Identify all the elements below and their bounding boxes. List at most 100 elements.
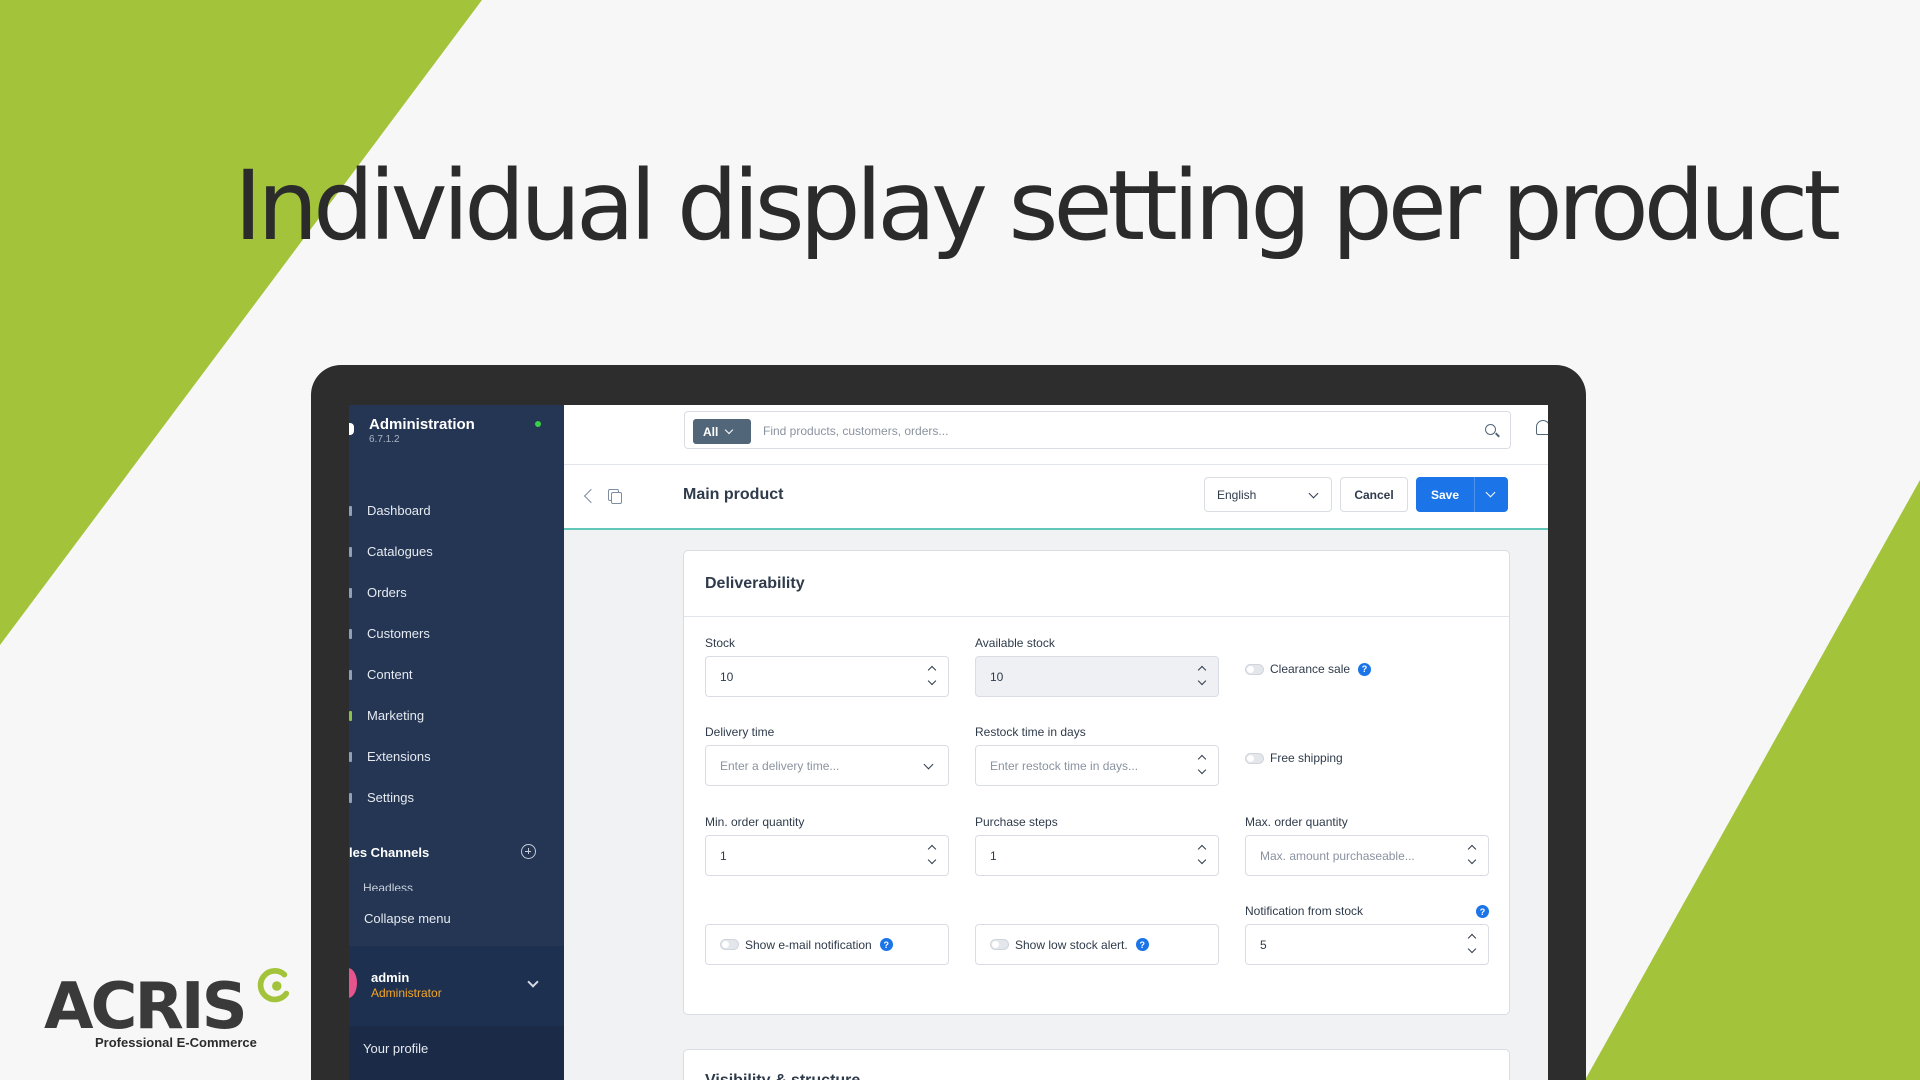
- free-shipping-switch[interactable]: Free shipping: [1245, 751, 1343, 765]
- collapse-menu-button[interactable]: Collapse menu: [364, 911, 451, 926]
- search-scope-label: All: [703, 424, 719, 439]
- card-title: Deliverability: [705, 575, 805, 592]
- chevron-down-icon[interactable]: [927, 676, 937, 686]
- stock-stepper[interactable]: [927, 665, 938, 689]
- purchase-steps-label: Purchase steps: [975, 815, 1058, 829]
- sidebar-nav: Dashboard Catalogues Orders Customers Co…: [349, 490, 564, 818]
- sidebar-item-dashboard[interactable]: Dashboard: [349, 490, 564, 531]
- marketing-icon: [349, 710, 352, 721]
- chevron-up-icon[interactable]: [1467, 844, 1477, 854]
- toggle-switch[interactable]: [990, 939, 1009, 950]
- help-icon[interactable]: ?: [1358, 662, 1372, 676]
- deliverability-card: Deliverability Stock 10 Available stock …: [683, 550, 1510, 1015]
- sidebar-item-label: Orders: [367, 585, 407, 600]
- min-order-stepper[interactable]: [927, 844, 938, 868]
- notification-stock-label: Notification from stock: [1245, 904, 1364, 918]
- help-icon[interactable]: ?: [1135, 938, 1149, 951]
- save-button[interactable]: Save: [1416, 488, 1474, 502]
- restock-time-field[interactable]: Enter restock time in days...: [975, 745, 1219, 786]
- chevron-up-icon[interactable]: [927, 665, 937, 675]
- chevron-down-icon[interactable]: [1467, 944, 1477, 954]
- user-menu[interactable]: admin Administrator: [349, 946, 564, 1026]
- global-search: All: [684, 411, 1511, 449]
- page-title: Main product: [683, 486, 784, 503]
- search-icon[interactable]: [1485, 424, 1496, 435]
- language-select[interactable]: English: [1204, 477, 1332, 512]
- delivery-time-select[interactable]: Enter a delivery time...: [705, 745, 949, 786]
- save-button-group: Save: [1416, 477, 1508, 512]
- cancel-button[interactable]: Cancel: [1340, 477, 1408, 512]
- language-value: English: [1217, 488, 1257, 502]
- add-sales-channel-icon[interactable]: [521, 844, 536, 859]
- email-notification-label: Show e-mail notification: [745, 937, 872, 952]
- sidebar-item-customers[interactable]: Customers: [349, 613, 564, 654]
- sidebar-title: Administration: [369, 416, 475, 433]
- chevron-down-icon[interactable]: [927, 855, 937, 865]
- restock-stepper[interactable]: [1197, 754, 1208, 778]
- help-icon[interactable]: ?: [879, 938, 893, 951]
- bell-icon[interactable]: [1536, 420, 1548, 435]
- back-arrow-icon[interactable]: [583, 488, 599, 504]
- acris-wordmark: ACRIS: [44, 970, 248, 1044]
- save-options-chevron-icon[interactable]: [1485, 487, 1496, 498]
- low-stock-alert-switch[interactable]: Show low stock alert. ?: [975, 924, 1219, 965]
- chevron-down-icon[interactable]: [1467, 855, 1477, 865]
- topbar: All: [564, 405, 1548, 465]
- chevron-down-icon[interactable]: [1197, 765, 1207, 775]
- card-title: Visibility & structure: [705, 1072, 860, 1080]
- toggle-switch[interactable]: [1245, 752, 1264, 764]
- chevron-down-icon[interactable]: [1197, 855, 1207, 865]
- max-order-stepper[interactable]: [1467, 844, 1478, 868]
- toggle-switch[interactable]: [720, 939, 739, 950]
- sidebar-item-label: Content: [367, 667, 413, 682]
- chevron-up-icon[interactable]: [1467, 933, 1477, 943]
- chevron-down-icon: [1197, 676, 1207, 686]
- sidebar-item-headless[interactable]: Headless: [363, 881, 413, 891]
- sidebar-item-catalogues[interactable]: Catalogues: [349, 531, 564, 572]
- acris-mark-icon: [257, 968, 290, 1003]
- help-icon[interactable]: ?: [1476, 905, 1489, 918]
- available-stock-stepper: [1197, 665, 1208, 689]
- email-notification-switch[interactable]: Show e-mail notification ?: [705, 924, 949, 965]
- search-input[interactable]: [763, 420, 1413, 442]
- chevron-up-icon[interactable]: [1197, 754, 1207, 764]
- divider: [684, 616, 1509, 617]
- purchase-steps-field[interactable]: 1: [975, 835, 1219, 876]
- sidebar-item-settings[interactable]: Settings: [349, 777, 564, 818]
- sidebar-item-marketing[interactable]: Marketing: [349, 695, 564, 736]
- chevron-up-icon[interactable]: [1197, 844, 1207, 854]
- content-icon: [349, 669, 352, 680]
- sales-channels-label: les Channels: [349, 845, 430, 860]
- sidebar-item-content[interactable]: Content: [349, 654, 564, 695]
- user-name: admin: [371, 970, 410, 985]
- search-scope-select[interactable]: All: [693, 419, 751, 444]
- min-order-value: 1: [720, 848, 727, 863]
- clearance-sale-switch[interactable]: Clearance sale ?: [1245, 662, 1372, 676]
- delivery-time-placeholder: Enter a delivery time...: [720, 758, 840, 773]
- chevron-down-icon: [725, 425, 734, 435]
- free-shipping-label: Free shipping: [1270, 751, 1343, 765]
- chevron-up-icon: [1197, 665, 1207, 675]
- admin-screen: Administration 6.7.1.2 Dashboard Catalog…: [349, 405, 1548, 1080]
- notification-stock-value: 5: [1260, 937, 1267, 952]
- sales-channels-header: les Channels: [349, 842, 564, 862]
- max-order-field[interactable]: Max. amount purchaseable...: [1245, 835, 1489, 876]
- your-profile-link[interactable]: Your profile: [363, 1041, 428, 1056]
- toggle-switch[interactable]: [1245, 663, 1264, 675]
- acris-logo: ACRIS Professional E-Commerce: [44, 968, 290, 1050]
- min-order-field[interactable]: 1: [705, 835, 949, 876]
- dashboard-icon: [349, 505, 352, 516]
- max-order-label: Max. order quantity: [1245, 815, 1348, 829]
- notification-stock-field[interactable]: 5: [1245, 924, 1489, 965]
- purchase-steps-value: 1: [990, 848, 997, 863]
- duplicate-icon[interactable]: [608, 489, 622, 504]
- stock-field[interactable]: 10: [705, 656, 949, 697]
- avatar: [349, 968, 357, 998]
- sidebar-item-extensions[interactable]: Extensions: [349, 736, 564, 777]
- chevron-up-icon[interactable]: [927, 844, 937, 854]
- sidebar-item-orders[interactable]: Orders: [349, 572, 564, 613]
- purchase-steps-stepper[interactable]: [1197, 844, 1208, 868]
- stock-label: Stock: [705, 636, 736, 650]
- notification-stock-stepper[interactable]: [1467, 933, 1478, 957]
- chevron-down-icon[interactable]: [527, 976, 539, 988]
